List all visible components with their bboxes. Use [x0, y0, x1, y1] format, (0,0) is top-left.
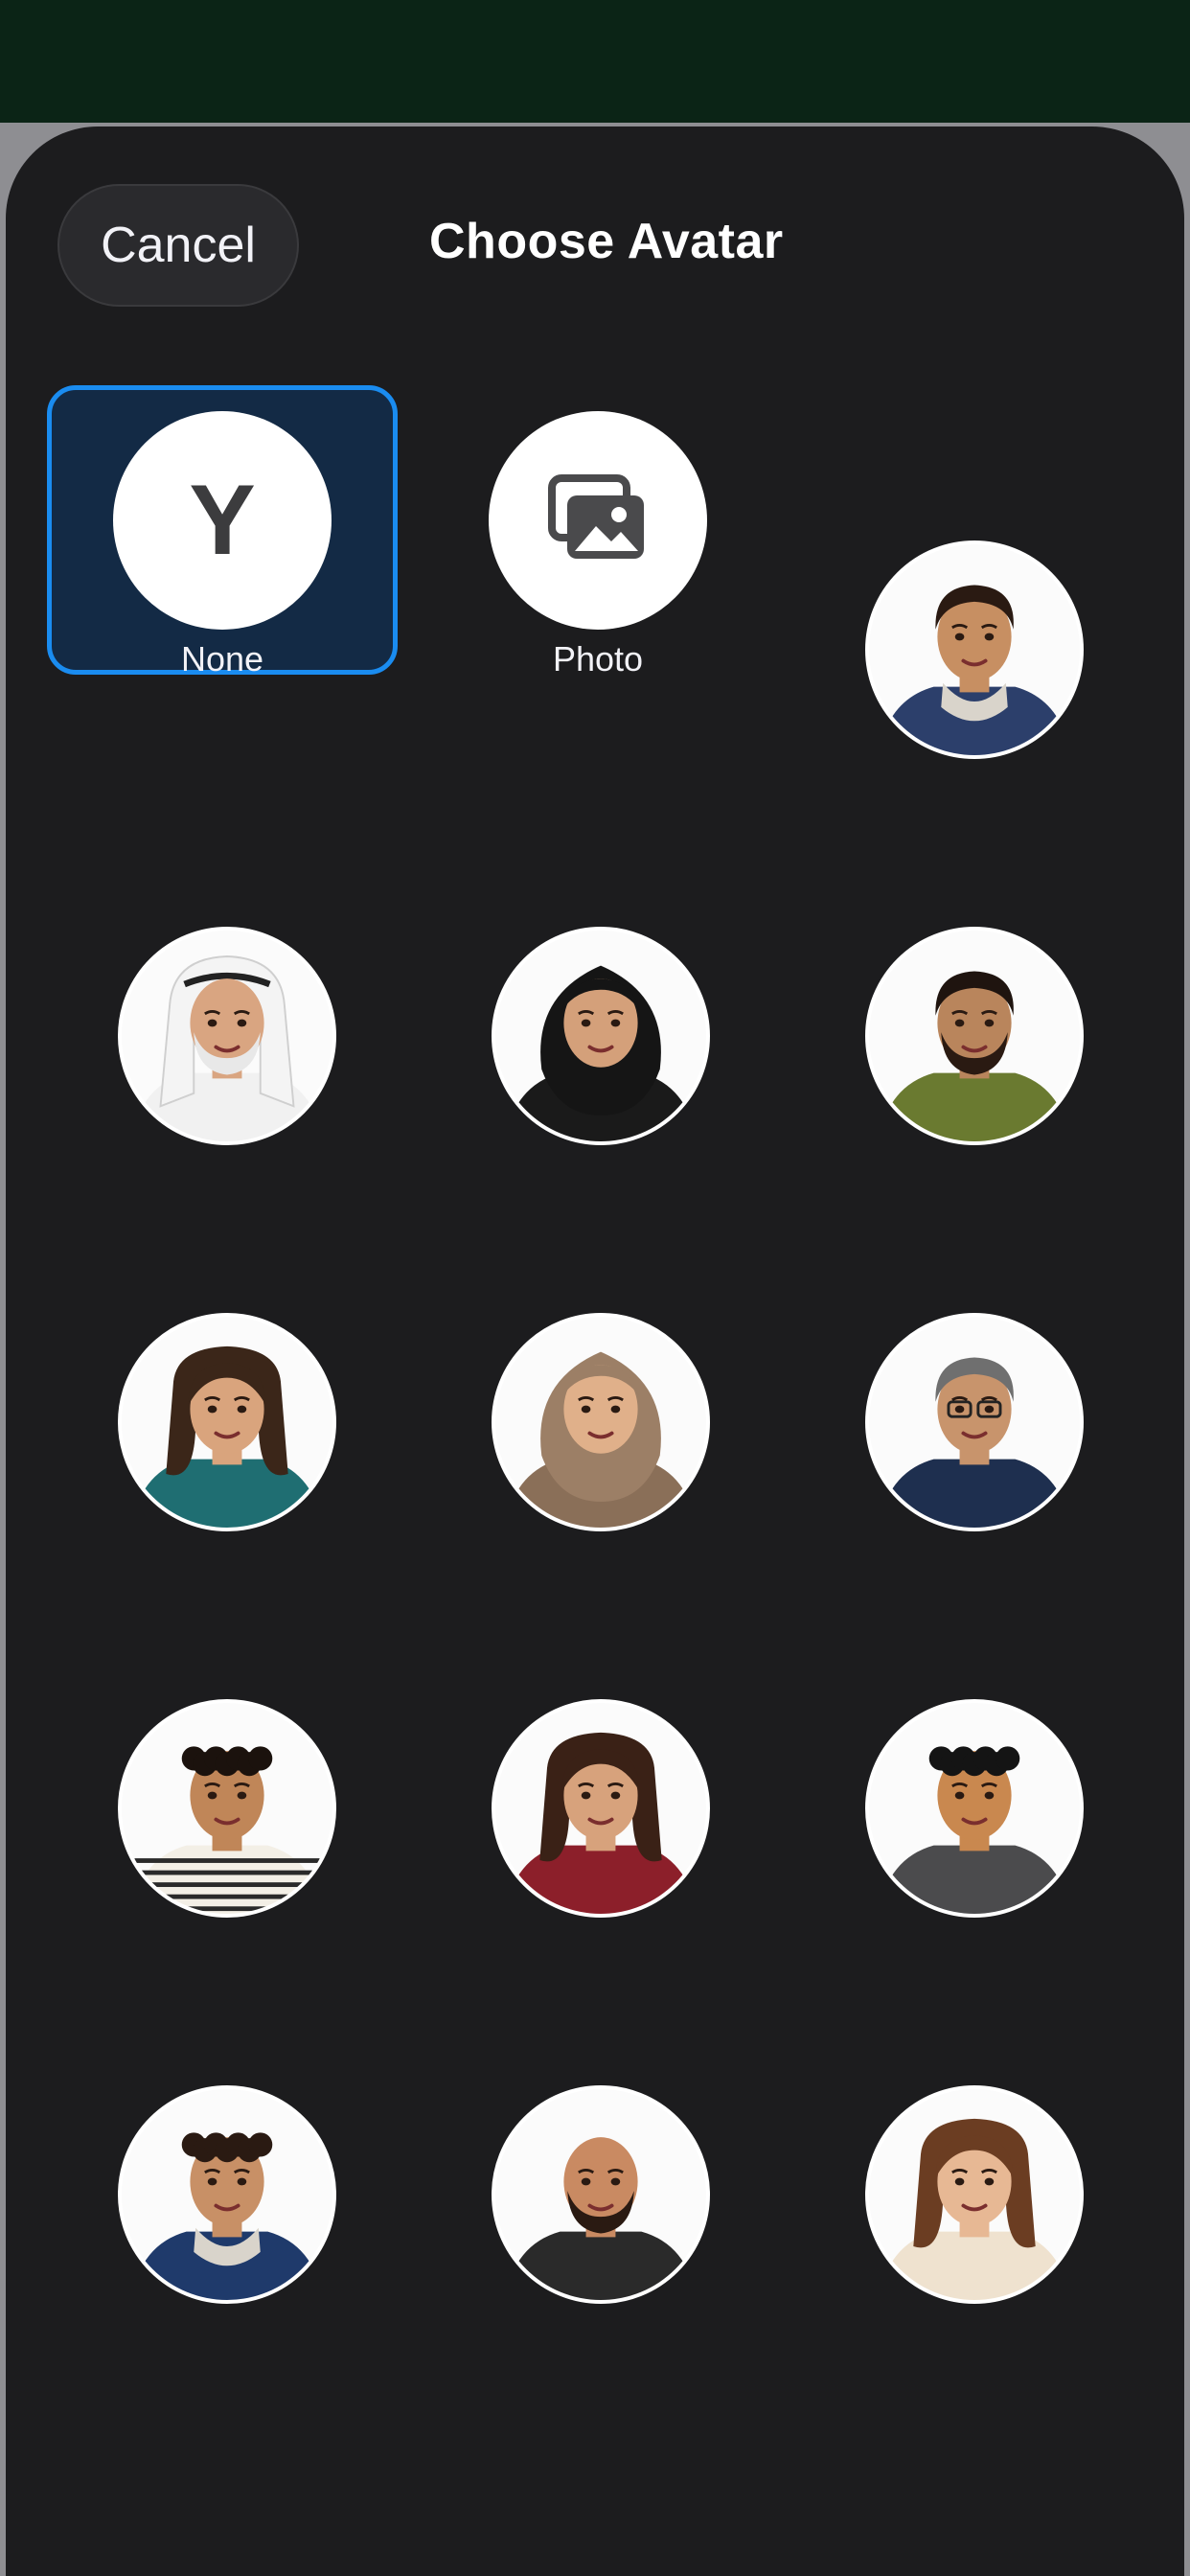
avatar-grid: Y None Photo	[6, 126, 1184, 2576]
avatar-option-illustration[interactable]	[492, 1699, 710, 1918]
avatar-option-photo[interactable]: Photo	[423, 385, 773, 678]
option-label-none: None	[180, 639, 264, 678]
avatar-option-illustration[interactable]	[118, 927, 336, 1145]
avatar-option-illustration[interactable]	[865, 1313, 1084, 1531]
photo-option-circle	[489, 411, 707, 630]
avatar-portrait-image	[504, 1732, 698, 1914]
avatar-option-illustration[interactable]	[865, 2085, 1084, 2304]
avatar-portrait-image	[504, 1351, 698, 1528]
avatar-portrait-image	[878, 971, 1071, 1141]
avatar-option-illustration[interactable]	[118, 2085, 336, 2304]
avatar-option-illustration[interactable]	[865, 540, 1084, 759]
avatar-option-illustration[interactable]	[865, 1699, 1084, 1918]
avatar-portrait-image	[878, 585, 1071, 755]
avatar-option-illustration[interactable]	[492, 2085, 710, 2304]
avatar-option-illustration[interactable]	[865, 927, 1084, 1145]
avatar-option-none[interactable]: Y None	[47, 385, 398, 678]
avatar-portrait-image	[504, 965, 698, 1141]
avatar-portrait-image	[878, 1746, 1071, 1914]
avatar-portrait-image	[878, 2118, 1071, 2300]
avatar-portrait-image	[878, 1357, 1071, 1528]
avatar-option-illustration[interactable]	[492, 1313, 710, 1531]
initial-avatar: Y	[113, 411, 332, 630]
avatar-portrait-image	[130, 1346, 324, 1528]
avatar-portrait-image	[130, 1746, 324, 1914]
avatar-portrait-image	[130, 955, 324, 1141]
avatar-option-illustration[interactable]	[118, 1699, 336, 1918]
photo-library-icon	[548, 474, 644, 559]
avatar-portrait-image	[130, 2132, 324, 2300]
choose-avatar-sheet: Cancel Choose Avatar Y None Photo	[6, 126, 1184, 2576]
avatar-initial: Y	[189, 464, 256, 576]
option-label-photo: Photo	[552, 639, 644, 678]
avatar-option-illustration[interactable]	[118, 1313, 336, 1531]
avatar-portrait-image	[504, 2137, 698, 2300]
avatar-option-illustration[interactable]	[492, 927, 710, 1145]
